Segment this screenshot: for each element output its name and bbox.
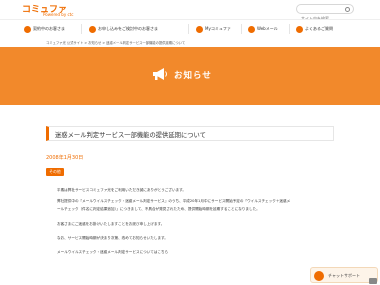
nav-divider — [81, 24, 82, 34]
home-icon — [89, 25, 96, 33]
heart-icon — [196, 25, 203, 33]
mail-icon — [248, 25, 255, 33]
nav-divider — [241, 24, 242, 34]
site-search — [296, 4, 354, 23]
nav-item-label: Myコミュファ — [205, 26, 231, 31]
article-paragraph: 平素は弊社サービスコミュファ光をご利用いただき誠にありがとうございます。 — [57, 188, 187, 192]
article-paragraph: 弊社提供中の『メールウイルスチェック・迷惑メール判定サービス』のうち、平成20年… — [57, 199, 291, 203]
article-paragraph: なお、サービス開始時期が決まり次第、改めてお知らせいたします。 — [57, 236, 168, 240]
site-header: コミュファ Powered by ctc — [0, 0, 380, 23]
commufa-logo[interactable]: コミュファ Powered by ctc — [22, 2, 73, 18]
chat-support-button[interactable]: チャットサポート — [310, 267, 378, 283]
page-title-text: 迷惑メール判定サービス一部機能の提供延期について — [55, 132, 206, 139]
page-banner: お知らせ — [0, 47, 380, 105]
category-badge: その他 — [46, 168, 64, 176]
service-link[interactable]: メールウイルスチェック・迷惑メール判定サービスについてはこちら — [57, 250, 168, 255]
article-paragraph: お客さまにご迷惑をお掛けいたしますことをお詫び申し上げます。 — [57, 222, 165, 226]
nav-item-label: お申し込みをご検討中のお客さま — [98, 26, 158, 31]
chat-label: チャットサポート — [328, 272, 360, 278]
nav-item-prospective-customers[interactable]: お申し込みをご検討中のお客さま — [89, 23, 158, 35]
question-icon — [296, 25, 303, 33]
logo-subtext: Powered by ctc — [43, 12, 74, 17]
chat-icon — [314, 271, 324, 281]
nav-item-label: Webメール — [257, 26, 278, 31]
nav-divider — [188, 24, 189, 34]
nav-divider — [289, 24, 290, 34]
user-icon — [24, 25, 31, 33]
nav-item-webmail[interactable]: Webメール — [248, 23, 278, 35]
breadcrumb[interactable]: コミュファ光 公式サイト > お知らせ > 迷惑メール判定サービス一部機能の提供… — [46, 40, 185, 45]
nav-item-my-commufa[interactable]: Myコミュファ — [196, 23, 231, 35]
nav-item-label: 契約中のお客さま — [33, 26, 65, 31]
article-paragraph: ールチェック（件名に判定結果追加）」につきまして、不具合が発見されたため、提供開… — [57, 207, 260, 211]
page-title: 迷惑メール判定サービス一部機能の提供延期について — [46, 126, 334, 141]
nav-item-current-customers[interactable]: 契約中のお客さま — [24, 23, 65, 35]
global-nav: 契約中のお客さま お申し込みをご検討中のお客さま Myコミュファ Webメール … — [0, 19, 380, 38]
search-icon[interactable] — [345, 7, 350, 12]
article-date: 2008年1月30日 — [46, 155, 84, 161]
banner-title: お知らせ — [174, 71, 212, 81]
megaphone-icon — [153, 68, 167, 80]
nav-item-label: よくあるご質問 — [305, 26, 333, 31]
scroll-top-button[interactable] — [369, 278, 377, 284]
nav-item-faq[interactable]: よくあるご質問 — [296, 23, 333, 35]
